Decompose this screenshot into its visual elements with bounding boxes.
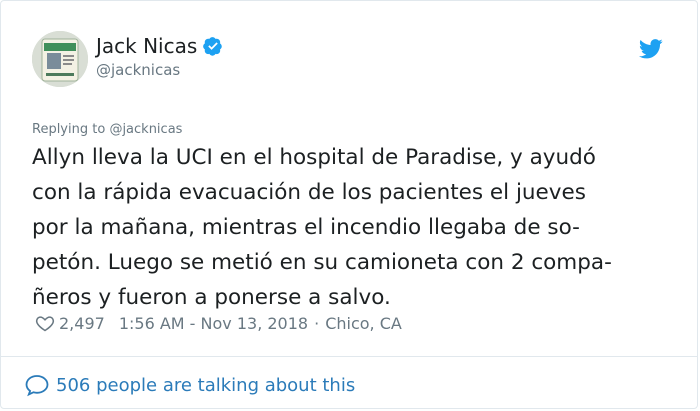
verified-badge-icon xyxy=(203,37,223,56)
speech-bubble-icon xyxy=(25,375,49,397)
like-count[interactable]: 2,497 xyxy=(59,314,105,333)
twitter-bird-icon[interactable] xyxy=(639,39,663,59)
author-handle[interactable]: @jacknicas xyxy=(96,60,223,80)
tweet-timestamp[interactable]: 1:56 AM - Nov 13, 2018 xyxy=(119,314,308,333)
tweet-text: Allyn lleva la UCI en el hospital de Par… xyxy=(32,145,612,310)
replying-to-line: Replying to @jacknicas xyxy=(32,122,182,137)
replying-to-handle-link[interactable]: @jacknicas xyxy=(109,122,182,137)
tweet-location[interactable]: Chico, CA xyxy=(325,314,402,333)
conversation-link[interactable]: 506 people are talking about this xyxy=(24,373,355,397)
tweet-meta: 2,497 1:56 AM - Nov 13, 2018 · Chico, CA xyxy=(35,313,402,333)
heart-icon[interactable] xyxy=(35,313,55,333)
author-block[interactable]: Jack Nicas @jacknicas xyxy=(96,33,223,80)
avatar[interactable] xyxy=(32,31,88,87)
author-name[interactable]: Jack Nicas xyxy=(96,33,197,59)
avatar-image xyxy=(32,31,88,87)
tweet-card: Jack Nicas @jacknicas Replying to @jackn… xyxy=(0,0,698,409)
tweet-header: Jack Nicas @jacknicas xyxy=(32,31,667,91)
conversation-count-label[interactable]: 506 people are talking about this xyxy=(56,375,355,396)
divider xyxy=(1,356,697,357)
replying-to-label: Replying to xyxy=(32,122,106,137)
meta-separator: · xyxy=(314,313,320,333)
